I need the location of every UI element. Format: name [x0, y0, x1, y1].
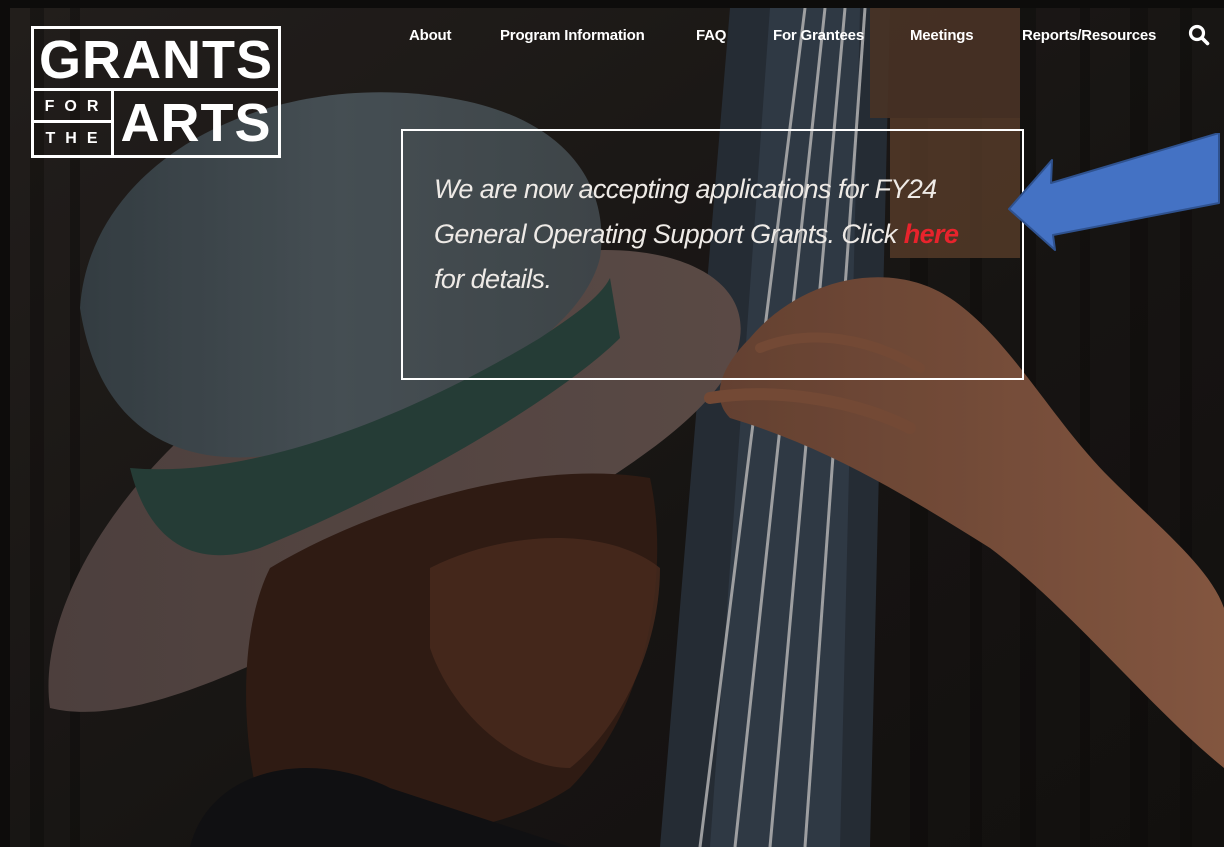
blue-arrow-icon: [1008, 133, 1220, 251]
logo-word-the: THE: [45, 130, 108, 147]
nav-reports-resources[interactable]: Reports/Resources: [1022, 26, 1156, 46]
announcement-text: We are now accepting applications for FY…: [434, 167, 1004, 302]
nav-program-information[interactable]: Program Information: [500, 26, 645, 46]
announcement-box: We are now accepting applications for FY…: [401, 129, 1024, 380]
announcement-line-1: We are now accepting applications for FY…: [434, 174, 937, 204]
nav-faq[interactable]: FAQ: [696, 26, 726, 46]
main-navigation: About Program Information FAQ For Grante…: [10, 26, 1224, 50]
logo-small-words: FOR THE: [34, 91, 114, 155]
hero-frame: GRANTS FOR THE ARTS About Program Inform…: [10, 8, 1224, 847]
announcement-here-link[interactable]: here: [904, 219, 959, 249]
search-icon[interactable]: [1188, 24, 1210, 46]
logo-word-for: FOR: [34, 91, 111, 123]
announcement-line-3: for details.: [434, 264, 552, 294]
announcement-line-2: General Operating Support Grants. Click: [434, 219, 904, 249]
nav-for-grantees[interactable]: For Grantees: [773, 26, 864, 46]
nav-meetings[interactable]: Meetings: [910, 26, 974, 46]
nav-about[interactable]: About: [409, 26, 452, 46]
logo-word-arts: ARTS: [120, 93, 272, 153]
